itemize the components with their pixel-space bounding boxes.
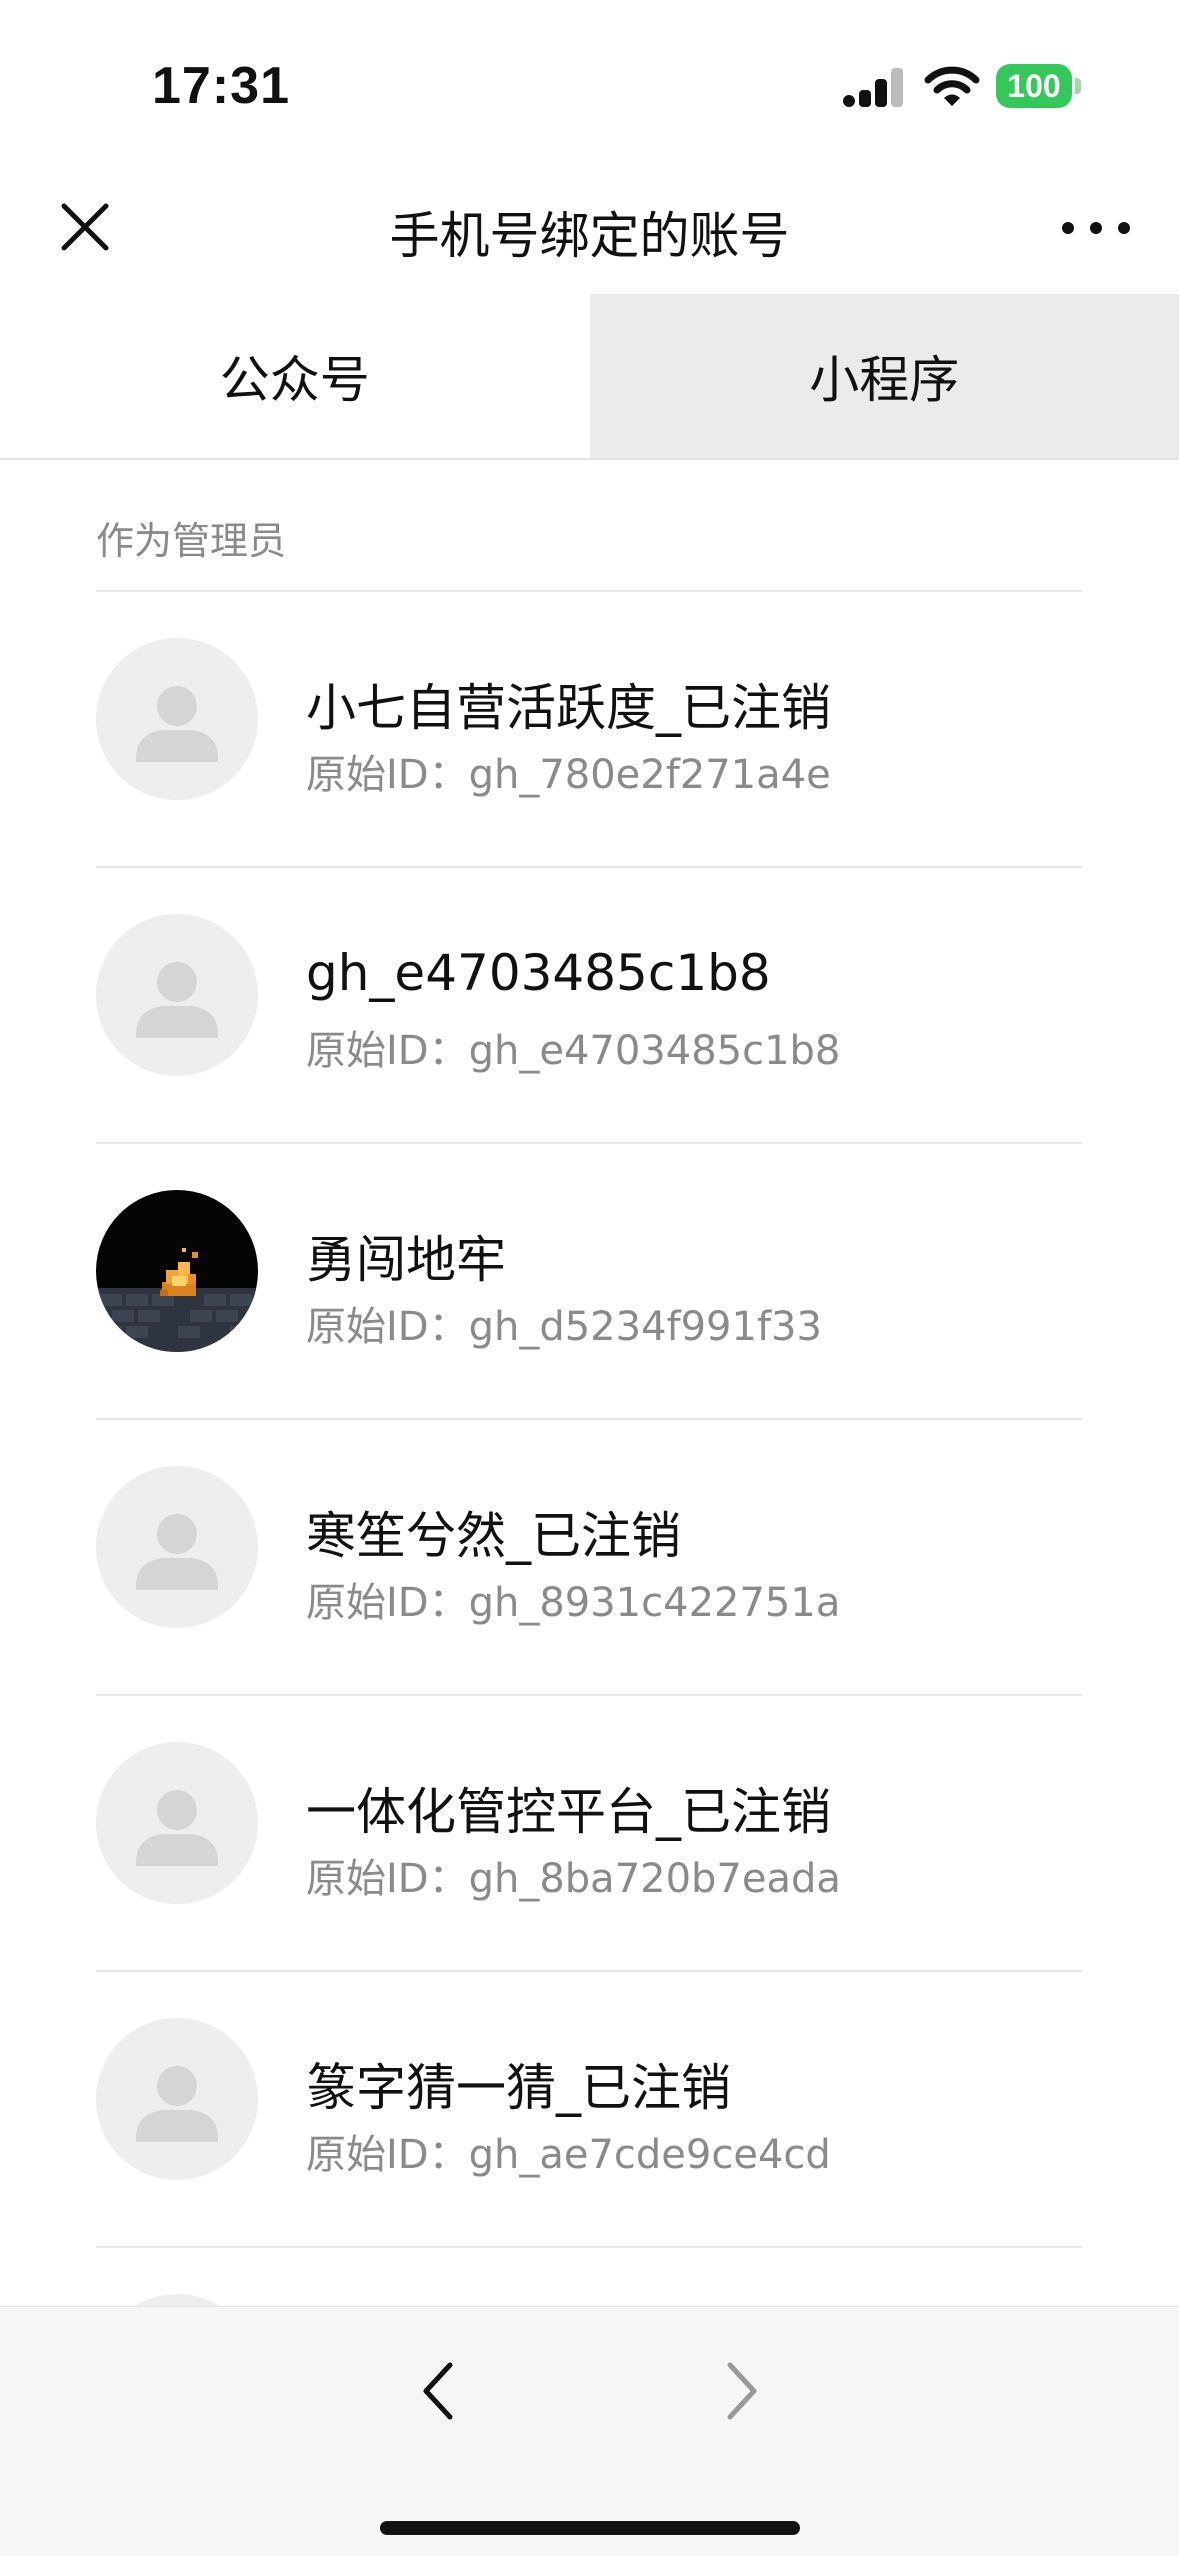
wifi-icon — [924, 66, 980, 106]
nav-bar: 手机号绑定的账号 — [0, 170, 1179, 294]
tab-official-accounts[interactable]: 公众号 — [0, 294, 590, 458]
list-item[interactable]: gh_e4703485c1b8 原始ID：gh_e4703485c1b8 — [96, 866, 1082, 1142]
more-dots-icon[interactable] — [1056, 200, 1136, 256]
default-avatar-icon — [96, 1466, 258, 1628]
default-avatar-icon — [96, 2018, 258, 2180]
account-id: 原始ID：gh_d5234f991f33 — [306, 1304, 822, 1350]
account-name: 篆字猜一猜_已注销 — [306, 2059, 731, 2117]
list-item[interactable]: 一体化管控平台_已注销 原始ID：gh_8ba720b7eada — [96, 1694, 1082, 1970]
default-avatar-icon — [96, 1742, 258, 1904]
account-name: gh_e4703485c1b8 — [306, 944, 771, 1002]
list-item[interactable]: 小七自营活跃度_已注销 原始ID：gh_780e2f271a4e — [96, 590, 1082, 866]
tab-bar: 公众号 小程序 — [0, 294, 1179, 460]
account-id: 原始ID：gh_8931c422751a — [306, 1580, 841, 1626]
battery-level: 100 — [996, 64, 1072, 108]
chevron-left-icon[interactable] — [400, 2351, 480, 2431]
account-name: 一体化管控平台_已注销 — [306, 1783, 831, 1841]
tab-mini-programs[interactable]: 小程序 — [589, 294, 1179, 458]
default-avatar-icon — [96, 638, 258, 800]
close-icon[interactable] — [50, 192, 120, 262]
page-title: 手机号绑定的账号 — [389, 207, 790, 265]
home-indicator — [380, 2521, 800, 2535]
dungeon-fire-avatar-icon — [96, 1190, 258, 1352]
bottom-toolbar — [0, 2306, 1179, 2556]
status-bar: 17:31 100 — [0, 0, 1179, 170]
account-name: 寒笙兮然_已注销 — [306, 1507, 681, 1565]
list-item[interactable]: 寒笙兮然_已注销 原始ID：gh_8931c422751a — [96, 1418, 1082, 1694]
battery-tip — [1075, 78, 1081, 94]
list-item[interactable]: 勇闯地牢 原始ID：gh_d5234f991f33 — [96, 1142, 1082, 1418]
cellular-signal-icon — [843, 68, 903, 107]
account-list: 小七自营活跃度_已注销 原始ID：gh_780e2f271a4e gh_e470… — [96, 590, 1082, 2456]
section-label: 作为管理员 — [96, 519, 287, 563]
chevron-right-icon[interactable] — [700, 2351, 780, 2431]
account-name: 小七自营活跃度_已注销 — [306, 679, 831, 737]
account-id: 原始ID：gh_780e2f271a4e — [306, 752, 831, 798]
account-id: 原始ID：gh_e4703485c1b8 — [306, 1028, 841, 1074]
account-id: 原始ID：gh_8ba720b7eada — [306, 1856, 841, 1902]
account-id: 原始ID：gh_ae7cde9ce4cd — [306, 2132, 831, 2178]
default-avatar-icon — [96, 914, 258, 1076]
status-time: 17:31 — [152, 57, 290, 115]
list-item[interactable]: 篆字猜一猜_已注销 原始ID：gh_ae7cde9ce4cd — [96, 1970, 1082, 2246]
screen: 17:31 100 手机号绑定的账号 公众号 小程序 作为管理员 小七自营活跃度… — [0, 0, 1179, 2556]
battery-indicator: 100 — [996, 64, 1082, 110]
account-name: 勇闯地牢 — [306, 1231, 506, 1289]
